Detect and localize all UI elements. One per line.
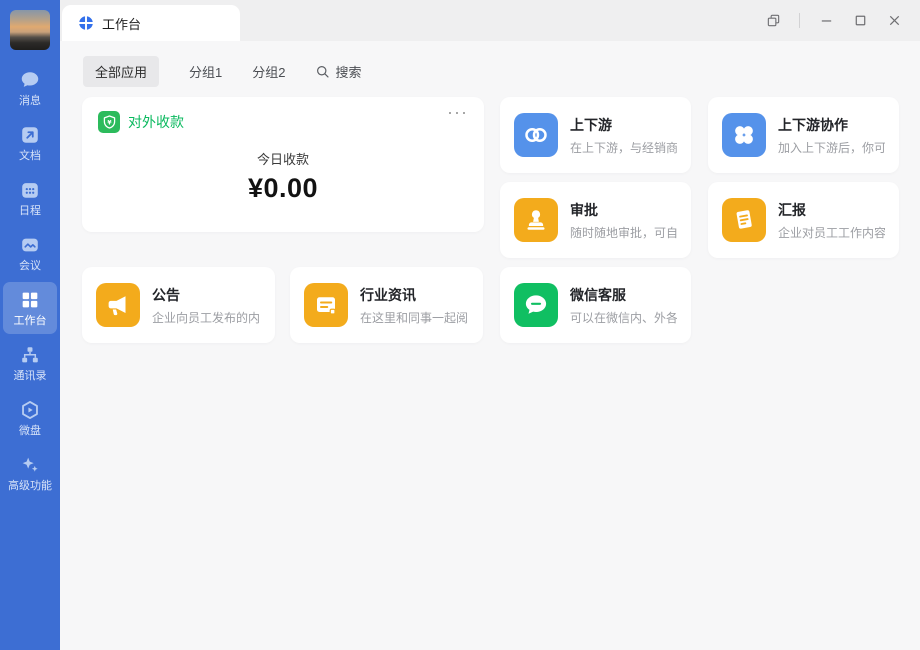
app-desc: 在上下游，与经销商... xyxy=(570,139,677,156)
filter-group1[interactable]: 分组1 xyxy=(189,62,222,81)
shield-yuan-icon: ¥ xyxy=(101,114,118,131)
mini-window-icon xyxy=(766,13,781,28)
workbench-content: 全部应用 分组1 分组2 搜索 ¥ xyxy=(60,41,920,650)
app-desc: 可以在微信内、外各... xyxy=(570,309,677,326)
filter-row: 全部应用 分组1 分组2 搜索 xyxy=(83,56,362,87)
payment-card-header: ¥ 对外收款 xyxy=(98,111,468,133)
document-arrow-icon xyxy=(19,124,41,146)
sidebar-item-label: 消息 xyxy=(19,95,41,108)
sidebar-item-workbench[interactable]: 工作台 xyxy=(3,282,57,334)
app-desc: 企业对员工工作内容... xyxy=(778,224,885,241)
chat-bubble-icon xyxy=(19,69,41,91)
payment-amount: ¥0.00 xyxy=(248,173,318,204)
payment-stats: 今日收款 ¥0.00 xyxy=(98,149,468,204)
meeting-icon xyxy=(19,234,41,256)
link-rings-icon-tile xyxy=(514,113,558,157)
sidebar-item-label: 工作台 xyxy=(14,315,47,328)
app-name: 上下游 xyxy=(570,115,677,135)
sidebar-item-messages[interactable]: 消息 xyxy=(3,62,57,114)
app-name: 行业资讯 xyxy=(360,285,469,305)
news-icon xyxy=(311,290,341,320)
news-icon-tile xyxy=(304,283,348,327)
maximize-button[interactable] xyxy=(846,7,874,35)
sidebar-item-label: 文档 xyxy=(19,150,41,163)
sidebar-item-label: 会议 xyxy=(19,260,41,273)
filter-all-apps[interactable]: 全部应用 xyxy=(83,56,159,87)
app-name: 微信客服 xyxy=(570,285,677,305)
sidebar-item-schedule[interactable]: 日程 xyxy=(3,172,57,224)
sidebar: 消息 文档 日程 xyxy=(0,0,60,650)
payment-app-card[interactable]: ¥ 对外收款 ··· 今日收款 ¥0.00 xyxy=(82,97,484,232)
app-card-industry-news[interactable]: 行业资讯 在这里和同事一起阅... xyxy=(290,267,483,343)
sidebar-item-meetings[interactable]: 会议 xyxy=(3,227,57,279)
report-doc-icon-tile xyxy=(722,198,766,242)
app-window: 消息 文档 日程 xyxy=(0,0,920,650)
svg-text:¥: ¥ xyxy=(107,119,112,126)
app-name: 汇报 xyxy=(778,200,885,220)
titlebar: 工作台 xyxy=(60,0,920,41)
app-desc: 企业向员工发布的内... xyxy=(152,309,261,326)
sidebar-item-advanced[interactable]: 高级功能 xyxy=(3,447,57,499)
stamp-icon-tile xyxy=(514,198,558,242)
app-card-announcement[interactable]: 公告 企业向员工发布的内... xyxy=(82,267,275,343)
close-button[interactable] xyxy=(880,7,908,35)
app-card-supply-chain-collab[interactable]: 上下游协作 加入上下游后，你可... xyxy=(708,97,899,173)
mini-window-button[interactable] xyxy=(759,7,787,35)
close-icon xyxy=(887,13,902,28)
avatar[interactable] xyxy=(10,10,50,50)
payment-app-name: 对外收款 xyxy=(128,112,184,132)
megaphone-icon xyxy=(103,290,133,320)
report-doc-icon xyxy=(729,205,759,235)
app-desc: 加入上下游后，你可... xyxy=(778,139,885,156)
main-area: 工作台 xyxy=(60,0,920,650)
sidebar-item-label: 日程 xyxy=(19,205,41,218)
app-name: 公告 xyxy=(152,285,261,305)
app-card-wechat-service[interactable]: 微信客服 可以在微信内、外各... xyxy=(500,267,691,343)
app-desc: 在这里和同事一起阅... xyxy=(360,309,469,326)
maximize-icon xyxy=(853,13,868,28)
four-petals-icon xyxy=(729,120,759,150)
org-chart-icon xyxy=(19,344,41,366)
search-label: 搜索 xyxy=(335,62,361,81)
calendar-icon xyxy=(19,179,41,201)
sidebar-item-contacts[interactable]: 通讯录 xyxy=(3,337,57,389)
controls-divider xyxy=(799,13,800,28)
app-name: 上下游协作 xyxy=(778,115,885,135)
sidebar-item-drive[interactable]: 微盘 xyxy=(3,392,57,444)
minimize-button[interactable] xyxy=(812,7,840,35)
sparkle-icon xyxy=(19,454,41,476)
app-card-report[interactable]: 汇报 企业对员工工作内容... xyxy=(708,182,899,258)
shield-yuan-icon-tile: ¥ xyxy=(98,111,120,133)
app-card-approval[interactable]: 审批 随时随地审批，可自... xyxy=(500,182,691,258)
app-desc: 随时随地审批，可自... xyxy=(570,224,677,241)
chat-service-icon xyxy=(521,290,551,320)
minimize-icon xyxy=(819,13,834,28)
stamp-icon xyxy=(521,205,551,235)
tab-title: 工作台 xyxy=(102,14,141,33)
card-more-menu[interactable]: ··· xyxy=(447,103,468,121)
workbench-tab-icon xyxy=(78,15,94,31)
sidebar-item-label: 高级功能 xyxy=(8,480,52,493)
megaphone-icon-tile xyxy=(96,283,140,327)
app-card-supply-chain[interactable]: 上下游 在上下游，与经销商... xyxy=(500,97,691,173)
filter-group2[interactable]: 分组2 xyxy=(252,62,285,81)
sidebar-item-label: 通讯录 xyxy=(14,370,47,383)
sidebar-item-label: 微盘 xyxy=(19,425,41,438)
link-rings-icon xyxy=(521,120,551,150)
search-button[interactable]: 搜索 xyxy=(315,62,361,81)
workbench-grid-icon xyxy=(19,289,41,311)
drive-icon xyxy=(19,399,41,421)
sidebar-item-docs[interactable]: 文档 xyxy=(3,117,57,169)
payment-stat-label: 今日收款 xyxy=(257,149,309,168)
tab-workbench[interactable]: 工作台 xyxy=(62,5,240,41)
sidebar-nav: 消息 文档 日程 xyxy=(3,62,57,502)
search-icon xyxy=(315,64,330,79)
four-petals-icon-tile xyxy=(722,113,766,157)
window-controls xyxy=(759,0,908,41)
chat-service-icon-tile xyxy=(514,283,558,327)
app-name: 审批 xyxy=(570,200,677,220)
